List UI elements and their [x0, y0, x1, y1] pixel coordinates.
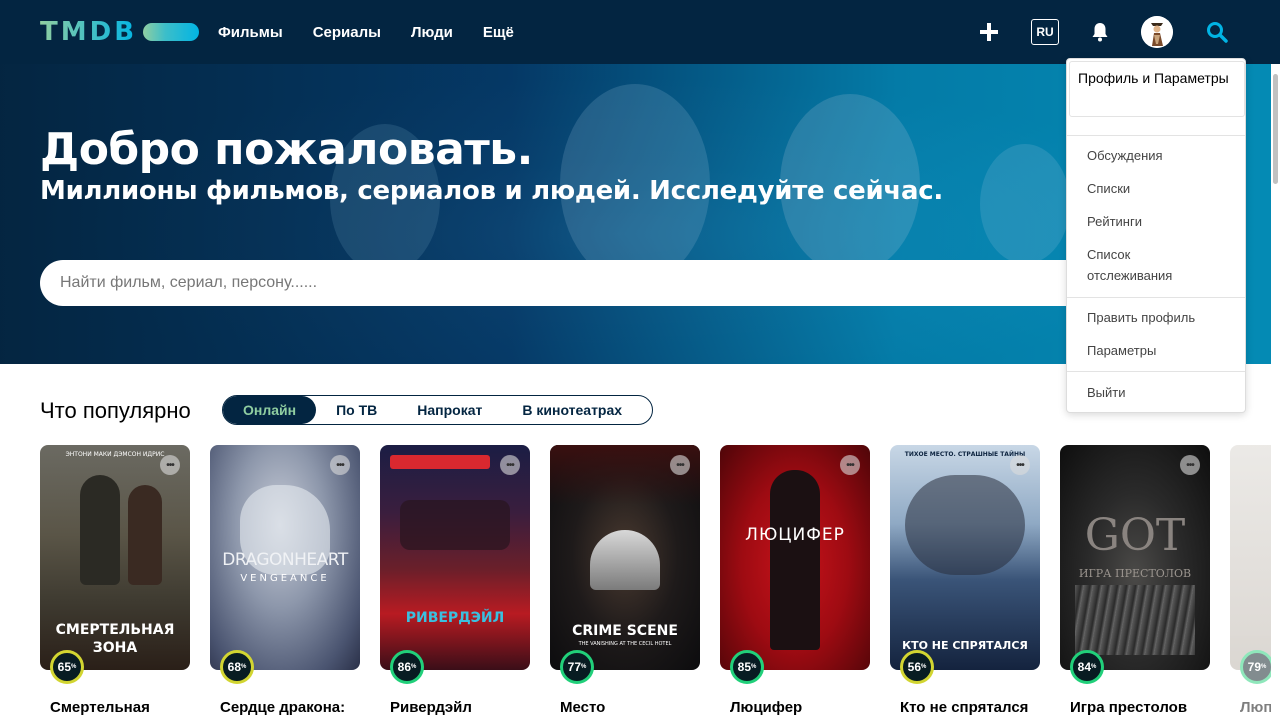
scroll-thumb[interactable]	[1273, 74, 1278, 184]
rating-badge: 77%	[560, 650, 594, 684]
top-navbar: TMDB Фильмы Сериалы Люди Ещё RU	[0, 0, 1280, 64]
poster-faces	[905, 475, 1025, 575]
poster[interactable]: CRIME SCENE THE VANISHING AT THE CECIL H…	[550, 445, 700, 670]
poster-bell	[590, 530, 660, 590]
more-options-icon[interactable]: •••	[670, 455, 690, 475]
search-icon[interactable]	[1203, 16, 1231, 48]
poster-figure	[770, 470, 820, 650]
poster[interactable]: DRAGONHEART VENGEANCE •••	[210, 445, 360, 670]
menu-logout[interactable]: Выйти	[1087, 382, 1126, 403]
trending-cards: ЭНТОНИ МАКИ ДЭМСОН ИДРИС СМЕРТЕЛЬНАЯ ЗОН…	[40, 445, 1280, 720]
main-nav: Фильмы Сериалы Люди Ещё	[218, 0, 544, 64]
section-title: Что популярно	[40, 398, 191, 423]
rating-badge: 68%	[220, 650, 254, 684]
menu-lists[interactable]: Списки	[1087, 178, 1130, 199]
movie-card[interactable]: ТИХОЕ МЕСТО. СТРАШНЫЕ ТАЙНЫ КТО НЕ СПРЯТ…	[890, 445, 1040, 716]
movie-card[interactable]: CRIME SCENE THE VANISHING AT THE CECIL H…	[550, 445, 700, 716]
movie-card[interactable]: GOT ИГРА ПРЕСТОЛОВ ••• 84% Игра престоло…	[1060, 445, 1210, 716]
nav-movies[interactable]: Фильмы	[218, 24, 283, 41]
user-menu: Профиль и Параметры Обсуждения Списки Ре…	[1066, 58, 1246, 413]
card-title[interactable]: Кто не спрятался	[900, 699, 1028, 716]
menu-edit-profile[interactable]: Править профиль	[1087, 307, 1195, 328]
poster-title: РИВЕРДЭЙЛ	[405, 610, 505, 626]
more-options-icon[interactable]: •••	[330, 455, 350, 475]
movie-card[interactable]: ЛЮЦИФЕР ••• 85% Люцифер	[720, 445, 870, 716]
rating-badge: 65%	[50, 650, 84, 684]
logo-text: TMDB	[40, 17, 138, 47]
card-title[interactable]: Место	[560, 699, 605, 716]
menu-settings[interactable]: Параметры	[1087, 340, 1156, 361]
poster[interactable]: ЛЮЦИФЕР •••	[720, 445, 870, 670]
card-title[interactable]: Смертельная	[50, 699, 150, 716]
rating-badge: 84%	[1070, 650, 1104, 684]
poster[interactable]: ЭНТОНИ МАКИ ДЭМСОН ИДРИС СМЕРТЕЛЬНАЯ ЗОН…	[40, 445, 190, 670]
menu-divider	[1067, 135, 1245, 136]
nav-people[interactable]: Люди	[411, 24, 453, 41]
poster-sign	[390, 455, 490, 469]
more-options-icon[interactable]: •••	[500, 455, 520, 475]
poster-figure	[128, 485, 162, 585]
more-options-icon[interactable]: •••	[160, 455, 180, 475]
avatar[interactable]	[1141, 16, 1173, 48]
plus-icon[interactable]	[976, 16, 1002, 48]
card-title[interactable]: Люцифер	[730, 699, 802, 716]
hero-figure	[980, 144, 1070, 264]
tab-on-tv[interactable]: По ТВ	[316, 396, 397, 424]
poster[interactable]: РИВЕРДЭЙЛ •••	[380, 445, 530, 670]
more-options-icon[interactable]: •••	[1180, 455, 1200, 475]
card-title[interactable]: Люп	[1240, 699, 1272, 716]
bell-icon[interactable]	[1088, 16, 1112, 48]
tab-for-rent[interactable]: Напрокат	[397, 396, 502, 424]
menu-profile[interactable]: Профиль и Параметры	[1069, 61, 1245, 117]
menu-ratings[interactable]: Рейтинги	[1087, 211, 1142, 232]
card-title[interactable]: Игра престолов	[1070, 699, 1187, 716]
poster-figure	[80, 475, 120, 585]
menu-divider	[1067, 371, 1245, 372]
movie-card[interactable]: DRAGONHEART VENGEANCE ••• 68% Сердце дра…	[210, 445, 360, 716]
tab-in-theaters[interactable]: В кинотеатрах	[502, 396, 642, 424]
rating-badge: 86%	[390, 650, 424, 684]
menu-watchlist[interactable]: Список отслеживания	[1087, 244, 1207, 286]
card-title[interactable]: Ривердэйл	[390, 699, 472, 716]
tab-streaming[interactable]: Онлайн	[223, 396, 317, 424]
language-button[interactable]: RU	[1031, 19, 1059, 45]
tmdb-logo[interactable]: TMDB	[40, 17, 200, 47]
poster-subtitle: THE VANISHING AT THE CECIL HOTEL	[578, 641, 672, 647]
more-options-icon[interactable]: •••	[840, 455, 860, 475]
rating-badge: 85%	[730, 650, 764, 684]
rating-badge: 79%	[1240, 650, 1274, 684]
nav-more[interactable]: Ещё	[483, 24, 514, 41]
poster-figures	[400, 500, 510, 550]
rating-badge: 56%	[900, 650, 934, 684]
menu-discussions[interactable]: Обсуждения	[1087, 145, 1163, 166]
logo-pill-icon	[143, 23, 200, 41]
poster[interactable]: GOT ИГРА ПРЕСТОЛОВ •••	[1060, 445, 1210, 670]
poster-title: DRAGONHEART	[222, 550, 348, 570]
movie-card[interactable]: РИВЕРДЭЙЛ ••• 86% Ривердэйл	[380, 445, 530, 716]
poster-subtitle: VENGEANCE	[240, 573, 330, 584]
search-input[interactable]	[40, 260, 1240, 306]
movie-card[interactable]: ЭНТОНИ МАКИ ДЭМСОН ИДРИС СМЕРТЕЛЬНАЯ ЗОН…	[40, 445, 190, 716]
hero-title: Добро пожаловать.	[40, 124, 533, 175]
poster-subtitle: ИГРА ПРЕСТОЛОВ	[1078, 567, 1192, 580]
nav-tv[interactable]: Сериалы	[313, 24, 381, 41]
poster-title: CRIME SCENE	[572, 623, 678, 639]
poster-title: GOT	[1084, 510, 1186, 561]
hero-subtitle: Миллионы фильмов, сериалов и людей. Иссл…	[40, 176, 943, 206]
menu-divider	[1067, 297, 1245, 298]
more-options-icon[interactable]: •••	[1010, 455, 1030, 475]
page-scrollbar[interactable]	[1271, 64, 1280, 720]
card-title[interactable]: Сердце дракона:	[220, 699, 345, 716]
poster-lights	[550, 445, 700, 505]
poster[interactable]: ТИХОЕ МЕСТО. СТРАШНЫЕ ТАЙНЫ КТО НЕ СПРЯТ…	[890, 445, 1040, 670]
poster-title: ЛЮЦИФЕР	[745, 525, 845, 545]
trending-tabs: Онлайн По ТВ Напрокат В кинотеатрах	[222, 395, 653, 425]
poster-throne	[1075, 585, 1195, 655]
